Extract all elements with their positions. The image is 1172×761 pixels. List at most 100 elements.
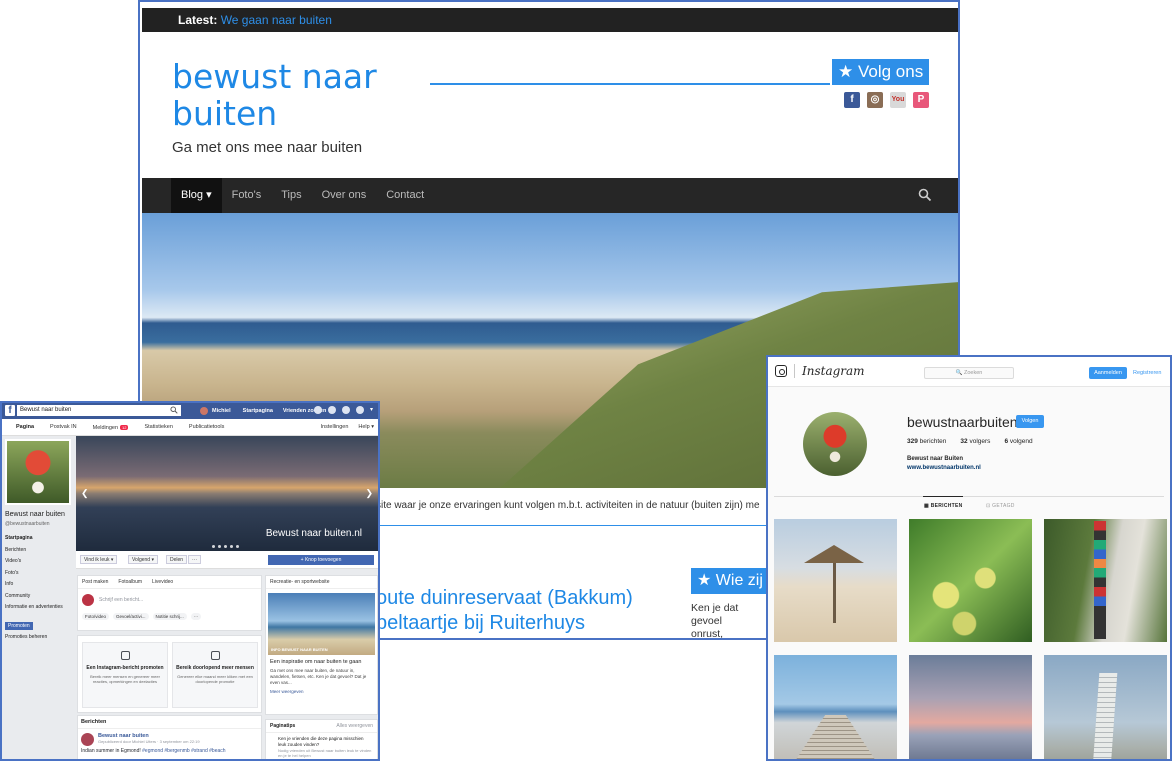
note-button[interactable]: Notitie schrij... — [152, 613, 187, 620]
photo-video-button[interactable]: Foto/video — [82, 613, 110, 620]
rc-title: Een inspiratie om naar buiten te gaan — [270, 659, 362, 665]
site-title-line2: buiten — [172, 94, 278, 133]
rc-image[interactable]: INFO BEWUST NAAR BUITEN — [268, 593, 375, 655]
side-item-videos[interactable]: Video's — [5, 556, 73, 568]
composer-placeholder: Schrijf een bericht... — [99, 597, 144, 603]
fb-page-name[interactable]: Bewust naar buiten — [5, 511, 65, 518]
promote-button[interactable]: Promoten — [5, 621, 33, 630]
share-button[interactable]: Delen — [166, 555, 188, 564]
ig-tab-posts[interactable]: ▦ BERICHTEN — [924, 503, 963, 509]
following-button[interactable]: Volgend ▾ — [128, 555, 158, 564]
avatar[interactable] — [81, 733, 94, 746]
ig-followers-stat[interactable]: 32 volgers — [960, 438, 990, 445]
promo-reach-card[interactable]: Bereik doorlopend meer mensen Genereer e… — [172, 642, 258, 708]
chevron-left-icon[interactable]: ❮ — [81, 488, 89, 499]
side-item-community[interactable]: Community — [5, 591, 73, 603]
instagram-logo[interactable]: Instagram — [802, 364, 865, 378]
fb-search-input[interactable]: Bewust naar buiten — [17, 405, 181, 416]
post-title[interactable]: oute duinreservaat (Bakkum) peltaartje b… — [376, 586, 633, 636]
composer-tab-album[interactable]: Fotoalbum — [118, 579, 142, 585]
ig-register-link[interactable]: Registreren — [1133, 367, 1161, 379]
ig-photo-trail-post[interactable] — [1044, 519, 1167, 642]
site-title[interactable]: bewust naar buiten — [172, 58, 377, 132]
ig-photo-beach-umbrella[interactable] — [774, 519, 897, 642]
search-icon[interactable] — [170, 406, 178, 414]
ig-photo-grid — [774, 519, 1168, 759]
fb-user-name[interactable]: Michiel — [212, 408, 231, 414]
fb-help-link[interactable]: Help ▾ — [358, 419, 374, 436]
nav-item-tips[interactable]: Tips — [271, 178, 311, 213]
nav-item-blog[interactable]: Blog ▾ — [171, 178, 222, 213]
tab-pagina[interactable]: Pagina — [8, 419, 42, 436]
notifications-icon[interactable] — [342, 406, 350, 414]
tab-meldingen[interactable]: Meldingen 12 — [85, 419, 137, 436]
facebook-icon[interactable]: f — [844, 92, 860, 108]
messages-icon[interactable] — [328, 406, 336, 414]
ig-photo-pier[interactable] — [774, 655, 897, 759]
ig-bio-link[interactable]: www.bewustnaarbuiten.nl — [907, 465, 981, 471]
nav-item-over-ons[interactable]: Over ons — [312, 178, 377, 213]
side-item-startpagina[interactable]: Startpagina — [5, 533, 73, 545]
more-button[interactable]: ··· — [190, 613, 202, 620]
side-item-info[interactable]: Info — [5, 579, 73, 591]
fb-home-link[interactable]: Startpagina — [243, 408, 273, 414]
search-icon[interactable] — [918, 188, 932, 202]
side-item-informatie[interactable]: Informatie en advertenties — [5, 602, 73, 614]
ig-search-input[interactable]: 🔍 Zoeken — [924, 367, 1014, 379]
ig-photo-tower[interactable] — [1044, 655, 1167, 759]
fb-top-nav: Michiel Startpagina Vrienden zoeken — [200, 405, 326, 417]
tab-postvak-in[interactable]: Postvak IN — [42, 419, 85, 436]
chevron-right-icon[interactable]: ❯ — [365, 488, 373, 499]
feeling-button[interactable]: Gevoel/activi... — [113, 613, 149, 620]
rc-more-link[interactable]: Meer weergeven — [266, 686, 377, 697]
like-button[interactable]: Vind ik leuk ▾ — [80, 555, 118, 564]
site-tagline: Ga met ons mee naar buiten — [172, 139, 363, 156]
ig-photo-sunset-lake[interactable] — [909, 655, 1032, 759]
post-tags[interactable]: #egmond #bergenmb #strand #beach — [141, 748, 225, 754]
instagram-camera-icon[interactable] — [775, 365, 787, 377]
fb-profile-picture[interactable] — [5, 439, 71, 505]
youtube-icon[interactable]: You — [890, 92, 906, 108]
carousel-dots[interactable] — [212, 545, 239, 548]
promo-instagram-card[interactable]: Een Instagram-bericht promoten Bereik me… — [82, 642, 168, 708]
tab-meldingen-label: Meldingen — [92, 424, 119, 431]
site-title-line1: bewust naar — [172, 57, 377, 96]
ig-profile-avatar[interactable] — [803, 412, 867, 476]
instagram-icon[interactable]: ◎ — [867, 92, 883, 108]
ig-photo-apples[interactable] — [909, 519, 1032, 642]
latest-link[interactable]: We gaan naar buiten — [221, 13, 332, 27]
composer-input[interactable]: Schrijf een bericht... — [78, 589, 261, 611]
fb-top-icons: ▾ — [314, 406, 378, 414]
fb-right-column: Recreatie- en sportwebsite INFO BEWUST N… — [265, 575, 378, 715]
more-button[interactable]: ··· — [188, 555, 201, 564]
side-item-promoties[interactable]: Promoties beheren — [5, 632, 73, 644]
instagram-window: Instagram 🔍 Zoeken Aanmelden Registreren… — [766, 355, 1172, 761]
facebook-logo-icon[interactable]: f — [5, 405, 15, 416]
nav-item-contact[interactable]: Contact — [376, 178, 434, 213]
ig-followers-count: 32 — [960, 438, 968, 445]
ig-tab-tagged[interactable]: ⊡ GETAGD — [986, 503, 1015, 509]
about-text: site waar je onze ervaringen kunt volgen… — [376, 500, 760, 511]
side-item-berichten[interactable]: Berichten — [5, 545, 73, 557]
ig-following-stat[interactable]: 6 volgend — [1004, 438, 1032, 445]
fb-settings-link[interactable]: Instellingen — [321, 419, 349, 436]
composer-tab-post[interactable]: Post maken — [82, 579, 108, 585]
help-icon[interactable] — [356, 406, 364, 414]
ig-follow-button[interactable]: Volgen — [1016, 415, 1044, 428]
friend-requests-icon[interactable] — [314, 406, 322, 414]
add-button[interactable]: + Knop toevoegen — [268, 555, 374, 565]
tips-view-all-link[interactable]: Alles weergeven — [336, 723, 373, 729]
tab-statistieken[interactable]: Statistieken — [136, 419, 180, 436]
fb-topbar: f Bewust naar buiten Michiel Startpagina… — [2, 403, 378, 419]
rc-header: Recreatie- en sportwebsite — [266, 576, 377, 589]
pinterest-icon[interactable]: P — [913, 92, 929, 108]
composer-tab-live[interactable]: Livevideo — [152, 579, 173, 585]
post-body: Indian summer in Egmond! #egmond #bergen… — [78, 747, 261, 755]
side-item-fotos[interactable]: Foto's — [5, 568, 73, 580]
nav-item-fotos[interactable]: Foto's — [222, 178, 272, 213]
tab-publicatietools[interactable]: Publicatietools — [181, 419, 232, 436]
chevron-down-icon[interactable]: ▾ — [370, 406, 378, 414]
fb-cover-photo: ❮ ❯ Bewust naar buiten.nl — [76, 436, 378, 551]
ig-login-button[interactable]: Aanmelden — [1089, 367, 1127, 379]
avatar[interactable] — [200, 407, 208, 415]
